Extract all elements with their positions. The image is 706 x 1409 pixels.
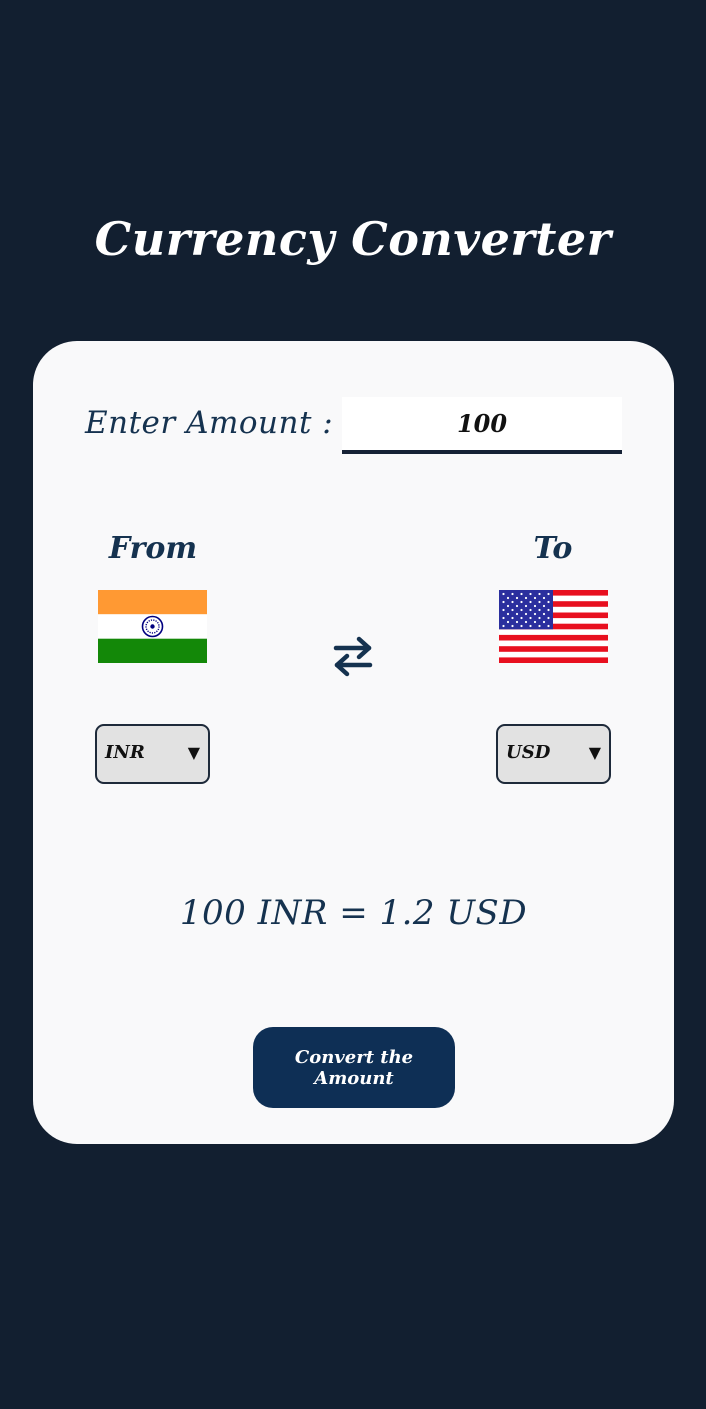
amount-input[interactable]: [342, 397, 622, 454]
amount-label: Enter Amount :: [85, 405, 334, 441]
from-label: From: [108, 531, 198, 566]
swap-arrows-icon[interactable]: [332, 634, 374, 678]
usa-flag-icon: [499, 590, 608, 663]
to-currency-value: USD: [506, 742, 551, 763]
chevron-down-icon: ▼: [187, 743, 200, 762]
converter-card: Enter Amount : From To: [33, 341, 674, 1144]
from-currency-select[interactable]: INR ▼: [95, 724, 210, 784]
india-flag-icon: [98, 590, 207, 663]
conversion-result: 100 INR = 1.2 USD: [179, 893, 528, 933]
convert-button[interactable]: Convert the Amount: [253, 1027, 455, 1108]
page-title: Currency Converter: [94, 212, 612, 266]
to-currency-select[interactable]: USD ▼: [496, 724, 611, 784]
from-currency-value: INR: [105, 742, 145, 763]
chevron-down-icon: ▼: [588, 743, 601, 762]
to-label: To: [533, 531, 573, 566]
